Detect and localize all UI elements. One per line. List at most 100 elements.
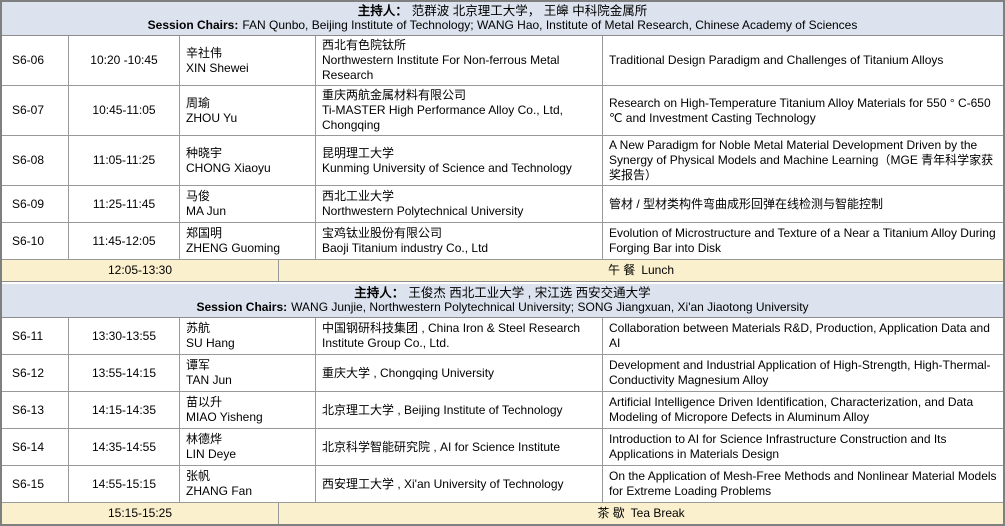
lunch-label-en: Lunch <box>641 263 674 277</box>
speaker-name-en: TAN Jun <box>186 373 309 388</box>
session-row: S6-07 10:45-11:05 周瑜 ZHOU Yu 重庆两航金属材料有限公… <box>2 86 1003 136</box>
session-code: S6-10 <box>2 223 69 259</box>
lunch-label: 午 餐 Lunch <box>279 260 1003 281</box>
speaker-affiliation-zh: 宝鸡钛业股份有限公司 <box>322 226 596 241</box>
talk-title: On the Application of Mesh-Free Methods … <box>603 466 1003 502</box>
session2-chairs-zh: 主持人：王俊杰 西北工业大学 , 宋江选 西安交通大学 <box>6 286 999 300</box>
session-time: 14:35-14:55 <box>69 429 180 465</box>
speaker-name: 林德烨 LIN Deye <box>180 429 316 465</box>
speaker-affiliation-en: Ti-MASTER High Performance Alloy Co., Lt… <box>322 103 596 133</box>
speaker-affiliation-zh: 昆明理工大学 <box>322 146 596 161</box>
session1-chairs-zh: 主持人： 范群波 北京理工大学， 王皞 中科院金属所 <box>6 4 999 18</box>
session-row: S6-06 10:20 -10:45 辛社伟 XIN Shewei 西北有色院钛… <box>2 36 1003 86</box>
session-row: S6-09 11:25-11:45 马俊 MA Jun 西北工业大学 North… <box>2 186 1003 223</box>
speaker-name: 苏航 SU Hang <box>180 318 316 354</box>
speaker-affiliation-zh: 重庆大学 , Chongqing University <box>322 366 596 381</box>
speaker-name: 郑国明 ZHENG Guoming <box>180 223 316 259</box>
speaker-name-en: CHONG Xiaoyu <box>186 161 309 176</box>
session-row: S6-10 11:45-12:05 郑国明 ZHENG Guoming 宝鸡钛业… <box>2 223 1003 260</box>
speaker-name-zh: 周瑜 <box>186 96 309 111</box>
speaker-name-zh: 马俊 <box>186 189 309 204</box>
tea-break-label-zh: 茶 歇 <box>597 506 624 520</box>
session-time: 13:30-13:55 <box>69 318 180 354</box>
session2-chairs-band: 主持人：王俊杰 西北工业大学 , 宋江选 西安交通大学 Session Chai… <box>2 284 1003 318</box>
session-code: S6-07 <box>2 86 69 135</box>
session-code: S6-15 <box>2 466 69 502</box>
speaker-affiliation: 北京科学智能研究院 , AI for Science Institute <box>316 429 603 465</box>
chair-label-zh: 主持人： <box>358 4 408 18</box>
tea-break-row: 15:15-15:25 茶 歇 Tea Break <box>2 503 1003 524</box>
session-code: S6-09 <box>2 186 69 222</box>
speaker-affiliation: 北京理工大学 , Beijing Institute of Technology <box>316 392 603 428</box>
session-code: S6-06 <box>2 36 69 85</box>
speaker-affiliation-en: Northwestern Polytechnical University <box>322 204 596 219</box>
session1-chairs-en: Session Chairs:FAN Qunbo, Beijing Instit… <box>6 18 999 32</box>
tea-break-time: 15:15-15:25 <box>2 503 279 524</box>
chair-label-en: Session Chairs: <box>196 300 287 314</box>
speaker-name-zh: 谭军 <box>186 358 309 373</box>
talk-title: Traditional Design Paradigm and Challeng… <box>603 36 1003 85</box>
chair-names-en: WANG Junjie, Northwestern Polytechnical … <box>291 300 808 314</box>
speaker-name-en: SU Hang <box>186 336 309 351</box>
speaker-name: 周瑜 ZHOU Yu <box>180 86 316 135</box>
speaker-name: 谭军 TAN Jun <box>180 355 316 391</box>
session-time: 14:55-15:15 <box>69 466 180 502</box>
morning-session-rows: S6-06 10:20 -10:45 辛社伟 XIN Shewei 西北有色院钛… <box>2 36 1003 260</box>
speaker-name-en: MA Jun <box>186 204 309 219</box>
talk-title: Introduction to AI for Science Infrastru… <box>603 429 1003 465</box>
speaker-name: 张帆 ZHANG Fan <box>180 466 316 502</box>
speaker-affiliation-zh: 西安理工大学 , Xi'an University of Technology <box>322 477 596 492</box>
session-row: S6-12 13:55-14:15 谭军 TAN Jun 重庆大学 , Chon… <box>2 355 1003 392</box>
speaker-affiliation: 西北有色院钛所 Northwestern Institute For Non-f… <box>316 36 603 85</box>
talk-title: Evolution of Microstructure and Texture … <box>603 223 1003 259</box>
session-code: S6-08 <box>2 136 69 185</box>
session-time: 11:05-11:25 <box>69 136 180 185</box>
speaker-affiliation-zh: 中国钢研科技集团 , China Iron & Steel Research I… <box>322 321 596 351</box>
chair-names-en: FAN Qunbo, Beijing Institute of Technolo… <box>242 18 857 32</box>
speaker-affiliation-en: Baoji Titanium industry Co., Ltd <box>322 241 596 256</box>
speaker-name-en: MIAO Yisheng <box>186 410 309 425</box>
session-row: S6-13 14:15-14:35 苗以升 MIAO Yisheng 北京理工大… <box>2 392 1003 429</box>
speaker-name-zh: 种晓宇 <box>186 146 309 161</box>
speaker-affiliation-en: Northwestern Institute For Non-ferrous M… <box>322 53 596 83</box>
speaker-affiliation: 昆明理工大学 Kunming University of Science and… <box>316 136 603 185</box>
session-time: 11:45-12:05 <box>69 223 180 259</box>
speaker-affiliation-zh: 北京理工大学 , Beijing Institute of Technology <box>322 403 596 418</box>
speaker-name: 马俊 MA Jun <box>180 186 316 222</box>
speaker-name-en: ZHOU Yu <box>186 111 309 126</box>
speaker-name-en: ZHANG Fan <box>186 484 309 499</box>
chair-label-en: Session Chairs: <box>148 18 239 32</box>
session-time: 10:20 -10:45 <box>69 36 180 85</box>
speaker-name-zh: 辛社伟 <box>186 46 309 61</box>
talk-title: 管材 / 型材类构件弯曲成形回弹在线检测与智能控制 <box>603 186 1003 222</box>
speaker-name-en: ZHENG Guoming <box>186 241 309 256</box>
chair-names-zh: 范群波 北京理工大学， 王皞 中科院金属所 <box>412 4 647 18</box>
lunch-label-zh: 午 餐 <box>608 263 635 277</box>
tea-break-label: 茶 歇 Tea Break <box>279 503 1003 524</box>
talk-title: Artificial Intelligence Driven Identific… <box>603 392 1003 428</box>
session-row: S6-14 14:35-14:55 林德烨 LIN Deye 北京科学智能研究院… <box>2 429 1003 466</box>
speaker-affiliation-zh: 重庆两航金属材料有限公司 <box>322 88 596 103</box>
talk-title: A New Paradigm for Noble Metal Material … <box>603 136 1003 185</box>
lunch-row: 12:05-13:30 午 餐 Lunch <box>2 260 1003 282</box>
session-time: 11:25-11:45 <box>69 186 180 222</box>
session-row: S6-15 14:55-15:15 张帆 ZHANG Fan 西安理工大学 , … <box>2 466 1003 503</box>
speaker-affiliation: 中国钢研科技集团 , China Iron & Steel Research I… <box>316 318 603 354</box>
afternoon-session-rows: S6-11 13:30-13:55 苏航 SU Hang 中国钢研科技集团 , … <box>2 318 1003 503</box>
chair-label-zh: 主持人： <box>354 286 404 300</box>
speaker-affiliation-zh: 西北有色院钛所 <box>322 38 596 53</box>
speaker-affiliation-zh: 西北工业大学 <box>322 189 596 204</box>
talk-title: Research on High-Temperature Titanium Al… <box>603 86 1003 135</box>
speaker-affiliation-zh: 北京科学智能研究院 , AI for Science Institute <box>322 440 596 455</box>
speaker-affiliation: 重庆两航金属材料有限公司 Ti-MASTER High Performance … <box>316 86 603 135</box>
lunch-time: 12:05-13:30 <box>2 260 279 281</box>
speaker-affiliation: 宝鸡钛业股份有限公司 Baoji Titanium industry Co., … <box>316 223 603 259</box>
talk-title: Development and Industrial Application o… <box>603 355 1003 391</box>
tea-break-label-en: Tea Break <box>631 506 685 520</box>
session-code: S6-11 <box>2 318 69 354</box>
talk-title: Collaboration between Materials R&D, Pro… <box>603 318 1003 354</box>
session-time: 14:15-14:35 <box>69 392 180 428</box>
speaker-name-zh: 苗以升 <box>186 395 309 410</box>
session-code: S6-14 <box>2 429 69 465</box>
session-time: 13:55-14:15 <box>69 355 180 391</box>
